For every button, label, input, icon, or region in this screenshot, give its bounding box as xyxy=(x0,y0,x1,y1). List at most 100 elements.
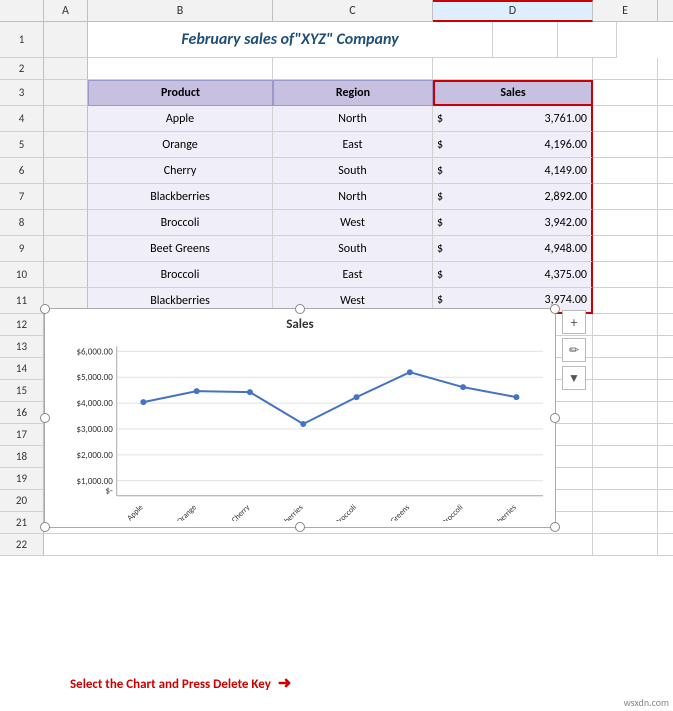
row-2: 2 xyxy=(0,58,673,80)
svg-text:Cherry: Cherry xyxy=(230,502,253,521)
col-header-B[interactable]: B xyxy=(88,0,273,22)
chart-handle-bc[interactable] xyxy=(295,522,305,532)
cell-8B[interactable]: Broccoli xyxy=(88,210,273,236)
cell-5A[interactable] xyxy=(44,132,88,158)
cell-7D[interactable]: $2,892.00 xyxy=(433,184,593,210)
cell-3F[interactable] xyxy=(658,80,673,106)
cell-2F[interactable] xyxy=(658,58,673,80)
cell-1B[interactable]: February sales of"XYZ" Company xyxy=(88,22,493,58)
cell-8D[interactable]: $3,942.00 xyxy=(433,210,593,236)
cell-3B-header[interactable]: Product xyxy=(88,80,273,106)
cell-6F[interactable] xyxy=(658,158,673,184)
chart-handle-bl[interactable] xyxy=(40,522,50,532)
cell-2B[interactable] xyxy=(88,58,273,80)
rownum-7: 7 xyxy=(0,184,44,210)
chart-handle-tl[interactable] xyxy=(40,304,50,314)
cell-3D-header[interactable]: Sales xyxy=(433,80,593,106)
cell-10D[interactable]: $4,375.00 xyxy=(433,262,593,288)
chart-add-button[interactable]: + xyxy=(562,310,586,334)
cell-1E[interactable] xyxy=(493,22,558,58)
cell-1A[interactable] xyxy=(44,22,88,58)
col-header-F[interactable]: F xyxy=(658,0,673,22)
cell-7B[interactable]: Blackberries xyxy=(88,184,273,210)
cell-4E[interactable] xyxy=(593,106,658,132)
cell-2C[interactable] xyxy=(273,58,433,80)
cell-10A[interactable] xyxy=(44,262,88,288)
col-header-D[interactable]: D xyxy=(433,0,593,22)
cell-5F[interactable] xyxy=(658,132,673,158)
cell-10C[interactable]: East xyxy=(273,262,433,288)
cell-10E[interactable] xyxy=(593,262,658,288)
cell-3A[interactable] xyxy=(44,80,88,106)
chart-handle-mr[interactable] xyxy=(550,413,560,423)
cell-6E[interactable] xyxy=(593,158,658,184)
watermark: wsxdn.com xyxy=(624,696,669,709)
row-3: 3 Product Region Sales xyxy=(0,80,673,106)
cell-5E[interactable] xyxy=(593,132,658,158)
cell-9F[interactable] xyxy=(658,236,673,262)
rownum-19: 19 xyxy=(0,468,44,490)
col-header-A[interactable]: A xyxy=(44,0,88,22)
row-10: 10 Broccoli East $4,375.00 xyxy=(0,262,673,288)
cell-7C[interactable]: North xyxy=(273,184,433,210)
cell-10F[interactable] xyxy=(658,262,673,288)
cell-2D[interactable] xyxy=(433,58,593,80)
cell-6D[interactable]: $4,149.00 xyxy=(433,158,593,184)
cell-8A[interactable] xyxy=(44,210,88,236)
cell-7E[interactable] xyxy=(593,184,658,210)
cell-9C[interactable]: South xyxy=(273,236,433,262)
rownum-4: 4 xyxy=(0,106,44,132)
cell-7A[interactable] xyxy=(44,184,88,210)
chart-handle-tc[interactable] xyxy=(295,304,305,314)
rownum-21: 21 xyxy=(0,512,44,534)
cell-8C[interactable]: West xyxy=(273,210,433,236)
cell-6A[interactable] xyxy=(44,158,88,184)
cell-4D[interactable]: $3,761.00 xyxy=(433,106,593,132)
chart-container[interactable]: Sales $6,000.00 $5,000.00 $4,000.00 $3,0… xyxy=(44,308,556,528)
cell-3C-header[interactable]: Region xyxy=(273,80,433,106)
col-header-rownum xyxy=(0,0,44,22)
chart-handle-br[interactable] xyxy=(550,522,560,532)
cell-4B[interactable]: Apple xyxy=(88,106,273,132)
row-7: 7 Blackberries North $2,892.00 xyxy=(0,184,673,210)
spreadsheet-title: February sales of"XYZ" Company xyxy=(92,30,488,49)
cell-8E[interactable] xyxy=(593,210,658,236)
svg-text:$5,000.00: $5,000.00 xyxy=(76,372,113,383)
spreadsheet: A B C D E F 1 February sales of"XYZ" Com… xyxy=(0,0,673,711)
data-point-7 xyxy=(460,384,466,390)
rownum-13: 13 xyxy=(0,336,44,358)
cell-3E[interactable] xyxy=(593,80,658,106)
cell-4A[interactable] xyxy=(44,106,88,132)
cell-1F[interactable] xyxy=(558,22,617,58)
cell-4C[interactable]: North xyxy=(273,106,433,132)
chart-style-button[interactable]: ✏ xyxy=(562,338,586,362)
cell-10B[interactable]: Broccoli xyxy=(88,262,273,288)
chart-handle-tr[interactable] xyxy=(550,304,560,314)
cell-9E[interactable] xyxy=(593,236,658,262)
cell-5C[interactable]: East xyxy=(273,132,433,158)
data-point-2 xyxy=(194,388,200,394)
cell-4F[interactable] xyxy=(658,106,673,132)
svg-text:$2,000.00: $2,000.00 xyxy=(76,450,113,461)
column-headers: A B C D E F xyxy=(0,0,673,22)
cell-5D[interactable]: $4,196.00 xyxy=(433,132,593,158)
chart-filter-button[interactable]: ▼ xyxy=(562,366,586,390)
cell-9D[interactable]: $4,948.00 xyxy=(433,236,593,262)
svg-text:$-: $- xyxy=(105,486,113,497)
cell-6C[interactable]: South xyxy=(273,158,433,184)
chart-side-buttons: + ✏ ▼ xyxy=(562,310,663,390)
cell-2E[interactable] xyxy=(593,58,658,80)
rownum-2: 2 xyxy=(0,58,44,80)
rownum-17: 17 xyxy=(0,424,44,446)
cell-5B[interactable]: Orange xyxy=(88,132,273,158)
chart-handle-ml[interactable] xyxy=(40,413,50,423)
cell-8F[interactable] xyxy=(658,210,673,236)
cell-7F[interactable] xyxy=(658,184,673,210)
cell-2A[interactable] xyxy=(44,58,88,80)
cell-9B[interactable]: Beet Greens xyxy=(88,236,273,262)
cell-6B[interactable]: Cherry xyxy=(88,158,273,184)
sales-header: Sales xyxy=(500,86,525,100)
col-header-E[interactable]: E xyxy=(593,0,658,22)
cell-9A[interactable] xyxy=(44,236,88,262)
col-header-C[interactable]: C xyxy=(273,0,433,22)
